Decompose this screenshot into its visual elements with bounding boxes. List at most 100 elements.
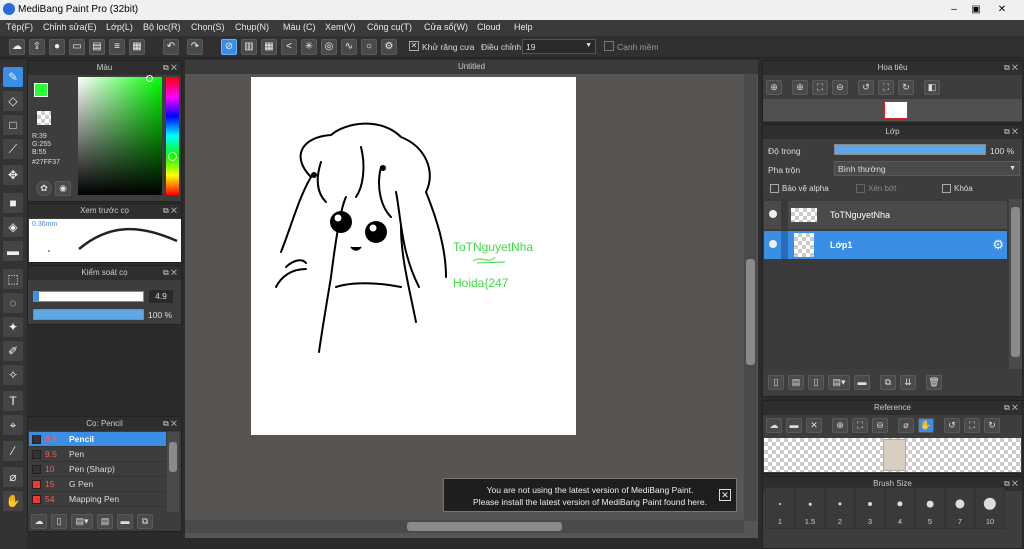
rotate-right-icon[interactable]: ↻ xyxy=(898,80,914,95)
menu-view[interactable]: Xem(V) xyxy=(325,22,356,32)
upload-icon[interactable]: ⇪ xyxy=(29,39,45,55)
close-button[interactable]: ✕ xyxy=(992,2,1012,17)
reference-preview[interactable] xyxy=(764,438,1021,472)
reference-zoom-in-icon[interactable]: ⊕ xyxy=(832,418,848,433)
merge-down-icon[interactable]: ⇊ xyxy=(900,375,916,390)
saturation-value-picker[interactable] xyxy=(78,77,162,195)
grid-icon[interactable]: ▦ xyxy=(129,39,145,55)
brush-folder-icon[interactable]: ▬ xyxy=(117,514,133,529)
brush-settings-icon[interactable]: ▤ xyxy=(97,514,113,529)
color-palette-icon[interactable]: ✿ xyxy=(36,181,52,196)
canvas-vertical-scrollbar[interactable] xyxy=(744,74,757,521)
vanishing-snap-icon[interactable]: < xyxy=(281,39,297,55)
notice-close-button[interactable]: ✕ xyxy=(719,489,731,501)
panel-controls-icon[interactable]: ⧉ ✕ xyxy=(1004,61,1018,75)
protect-alpha-checkbox[interactable] xyxy=(770,184,779,193)
hand-tool-icon[interactable]: ✋ xyxy=(3,491,23,511)
drawing-canvas[interactable]: ToTNguyetNha Hoida{247 xyxy=(251,77,576,435)
brush-size-option[interactable]: 2 xyxy=(825,487,855,529)
brush-list-item[interactable]: 9.5 Pen xyxy=(29,447,166,462)
brush-size-option[interactable]: 1 xyxy=(765,487,795,529)
brush-size-slider[interactable] xyxy=(33,291,144,302)
brush-list-item[interactable]: 4.9Pencil⚙ xyxy=(29,432,166,447)
brush-size-option[interactable]: 3 xyxy=(855,487,885,529)
brush-opacity-slider[interactable] xyxy=(33,309,144,320)
zoom-in-alt-icon[interactable]: ⊕ xyxy=(792,80,808,95)
navigator-thumbnail[interactable] xyxy=(884,101,908,119)
select-eraser-tool-icon[interactable]: ✧ xyxy=(3,365,23,385)
new-8bit-layer-icon[interactable]: ▤ xyxy=(788,375,804,390)
panel-controls-icon[interactable]: ⧉ ✕ xyxy=(1004,477,1018,491)
scrollbar-thumb[interactable] xyxy=(169,442,177,472)
comment-icon[interactable]: ▭ xyxy=(69,39,85,55)
page-icon[interactable]: ▤ xyxy=(89,39,105,55)
lasso-tool-icon[interactable]: ◌ xyxy=(3,293,23,313)
reference-hand-icon[interactable]: ✋ xyxy=(918,418,934,433)
gradient-tool-icon[interactable]: ▬ xyxy=(3,241,23,261)
menu-help[interactable]: Help xyxy=(514,22,533,32)
menu-file[interactable]: Tệp(F) xyxy=(6,22,33,32)
brush-cloud-icon[interactable]: ☁ xyxy=(31,514,47,529)
brush-size-option[interactable]: 4 xyxy=(885,487,915,529)
color-eyedropper-icon[interactable]: ◉ xyxy=(55,181,71,196)
reference-eyedropper-icon[interactable]: ⌀ xyxy=(898,418,914,433)
settings-snap-icon[interactable]: ⚙ xyxy=(381,39,397,55)
reference-zoom-out-icon[interactable]: ⊖ xyxy=(872,418,888,433)
circle-snap-icon[interactable]: ◎ xyxy=(321,39,337,55)
chat-icon[interactable]: ● xyxy=(49,39,65,55)
menu-select[interactable]: Chọn(S) xyxy=(191,22,225,32)
brush-size-option[interactable]: 7 xyxy=(945,487,975,529)
reset-view-icon[interactable]: ⛶ xyxy=(878,80,894,95)
add-brush-dropdown-icon[interactable]: ▤▾ xyxy=(71,514,93,529)
adjust-dropdown[interactable]: 19 ▼ xyxy=(522,39,596,54)
sharp-edge-checkbox[interactable] xyxy=(604,41,614,51)
blend-mode-dropdown[interactable]: Bình thường ▼ xyxy=(834,161,1020,176)
scrollbar-thumb[interactable] xyxy=(746,259,755,365)
new-brush-icon[interactable]: ▯ xyxy=(51,514,67,529)
layer-folder-icon[interactable]: ▬ xyxy=(854,375,870,390)
zoom-in-icon[interactable]: ⊕ xyxy=(766,80,782,95)
menu-capture[interactable]: Chụp(N) xyxy=(235,22,269,32)
brush-size-option[interactable]: 10 xyxy=(975,487,1005,529)
bucket-tool-icon[interactable]: ◈ xyxy=(3,217,23,237)
list-icon[interactable]: ≡ xyxy=(109,39,125,55)
hue-slider-handle[interactable] xyxy=(168,152,177,161)
move-tool-icon[interactable]: ✥ xyxy=(3,165,23,185)
menu-tools[interactable]: Công cụ(T) xyxy=(367,22,412,32)
ellipse-snap-icon[interactable]: ○ xyxy=(361,39,377,55)
primary-color-swatch[interactable] xyxy=(34,83,48,97)
panel-controls-icon[interactable]: ⧉ ✕ xyxy=(163,266,177,280)
operation-tool-icon[interactable]: ⌖ xyxy=(3,415,23,435)
menu-cloud[interactable]: Cloud xyxy=(477,22,501,32)
menu-filter[interactable]: Bộ lọc(R) xyxy=(143,22,181,32)
restore-button[interactable]: ▣ xyxy=(966,2,986,17)
select-rect-tool-icon[interactable]: ⬚ xyxy=(3,269,23,289)
magic-wand-tool-icon[interactable]: ✦ xyxy=(3,317,23,337)
layer-opacity-slider[interactable] xyxy=(834,144,986,155)
layer-list-scrollbar[interactable] xyxy=(1009,199,1022,369)
menu-color[interactable]: Màu (C) xyxy=(283,22,316,32)
brush-list-scrollbar[interactable] xyxy=(167,432,179,512)
transparent-color-swatch[interactable] xyxy=(37,111,51,125)
fit-screen-icon[interactable]: ⛶ xyxy=(812,80,828,95)
canvas-tab[interactable]: Untitled xyxy=(185,60,758,74)
delete-layer-icon[interactable]: 🗑 xyxy=(926,375,942,390)
rotate-left-icon[interactable]: ↺ xyxy=(858,80,874,95)
reference-rotate-left-icon[interactable]: ↺ xyxy=(944,418,960,433)
panel-controls-icon[interactable]: ⧉ ✕ xyxy=(163,204,177,218)
menu-layer[interactable]: Lớp(L) xyxy=(106,22,133,32)
eraser-tool-icon[interactable]: ◇ xyxy=(3,91,23,111)
divide-tool-icon[interactable]: ⁄ xyxy=(3,441,23,461)
zoom-out-icon[interactable]: ⊖ xyxy=(832,80,848,95)
clipping-checkbox[interactable] xyxy=(856,184,865,193)
layer-settings-gear-icon[interactable]: ⚙ xyxy=(992,237,1004,253)
line-tool-icon[interactable]: ⟋ xyxy=(3,139,23,159)
new-1bit-layer-icon[interactable]: ▯ xyxy=(808,375,824,390)
brush-size-option[interactable]: 1.5 xyxy=(795,487,825,529)
fill-shape-tool-icon[interactable]: ■ xyxy=(3,193,23,213)
layer-visibility-icon[interactable] xyxy=(769,240,777,248)
brush-list-item[interactable]: 10 Pen (Sharp) xyxy=(29,462,166,477)
antialias-checkbox[interactable]: ✕ xyxy=(409,41,419,51)
lock-checkbox[interactable] xyxy=(942,184,951,193)
brush-tool-icon[interactable]: ✎ xyxy=(3,67,23,87)
